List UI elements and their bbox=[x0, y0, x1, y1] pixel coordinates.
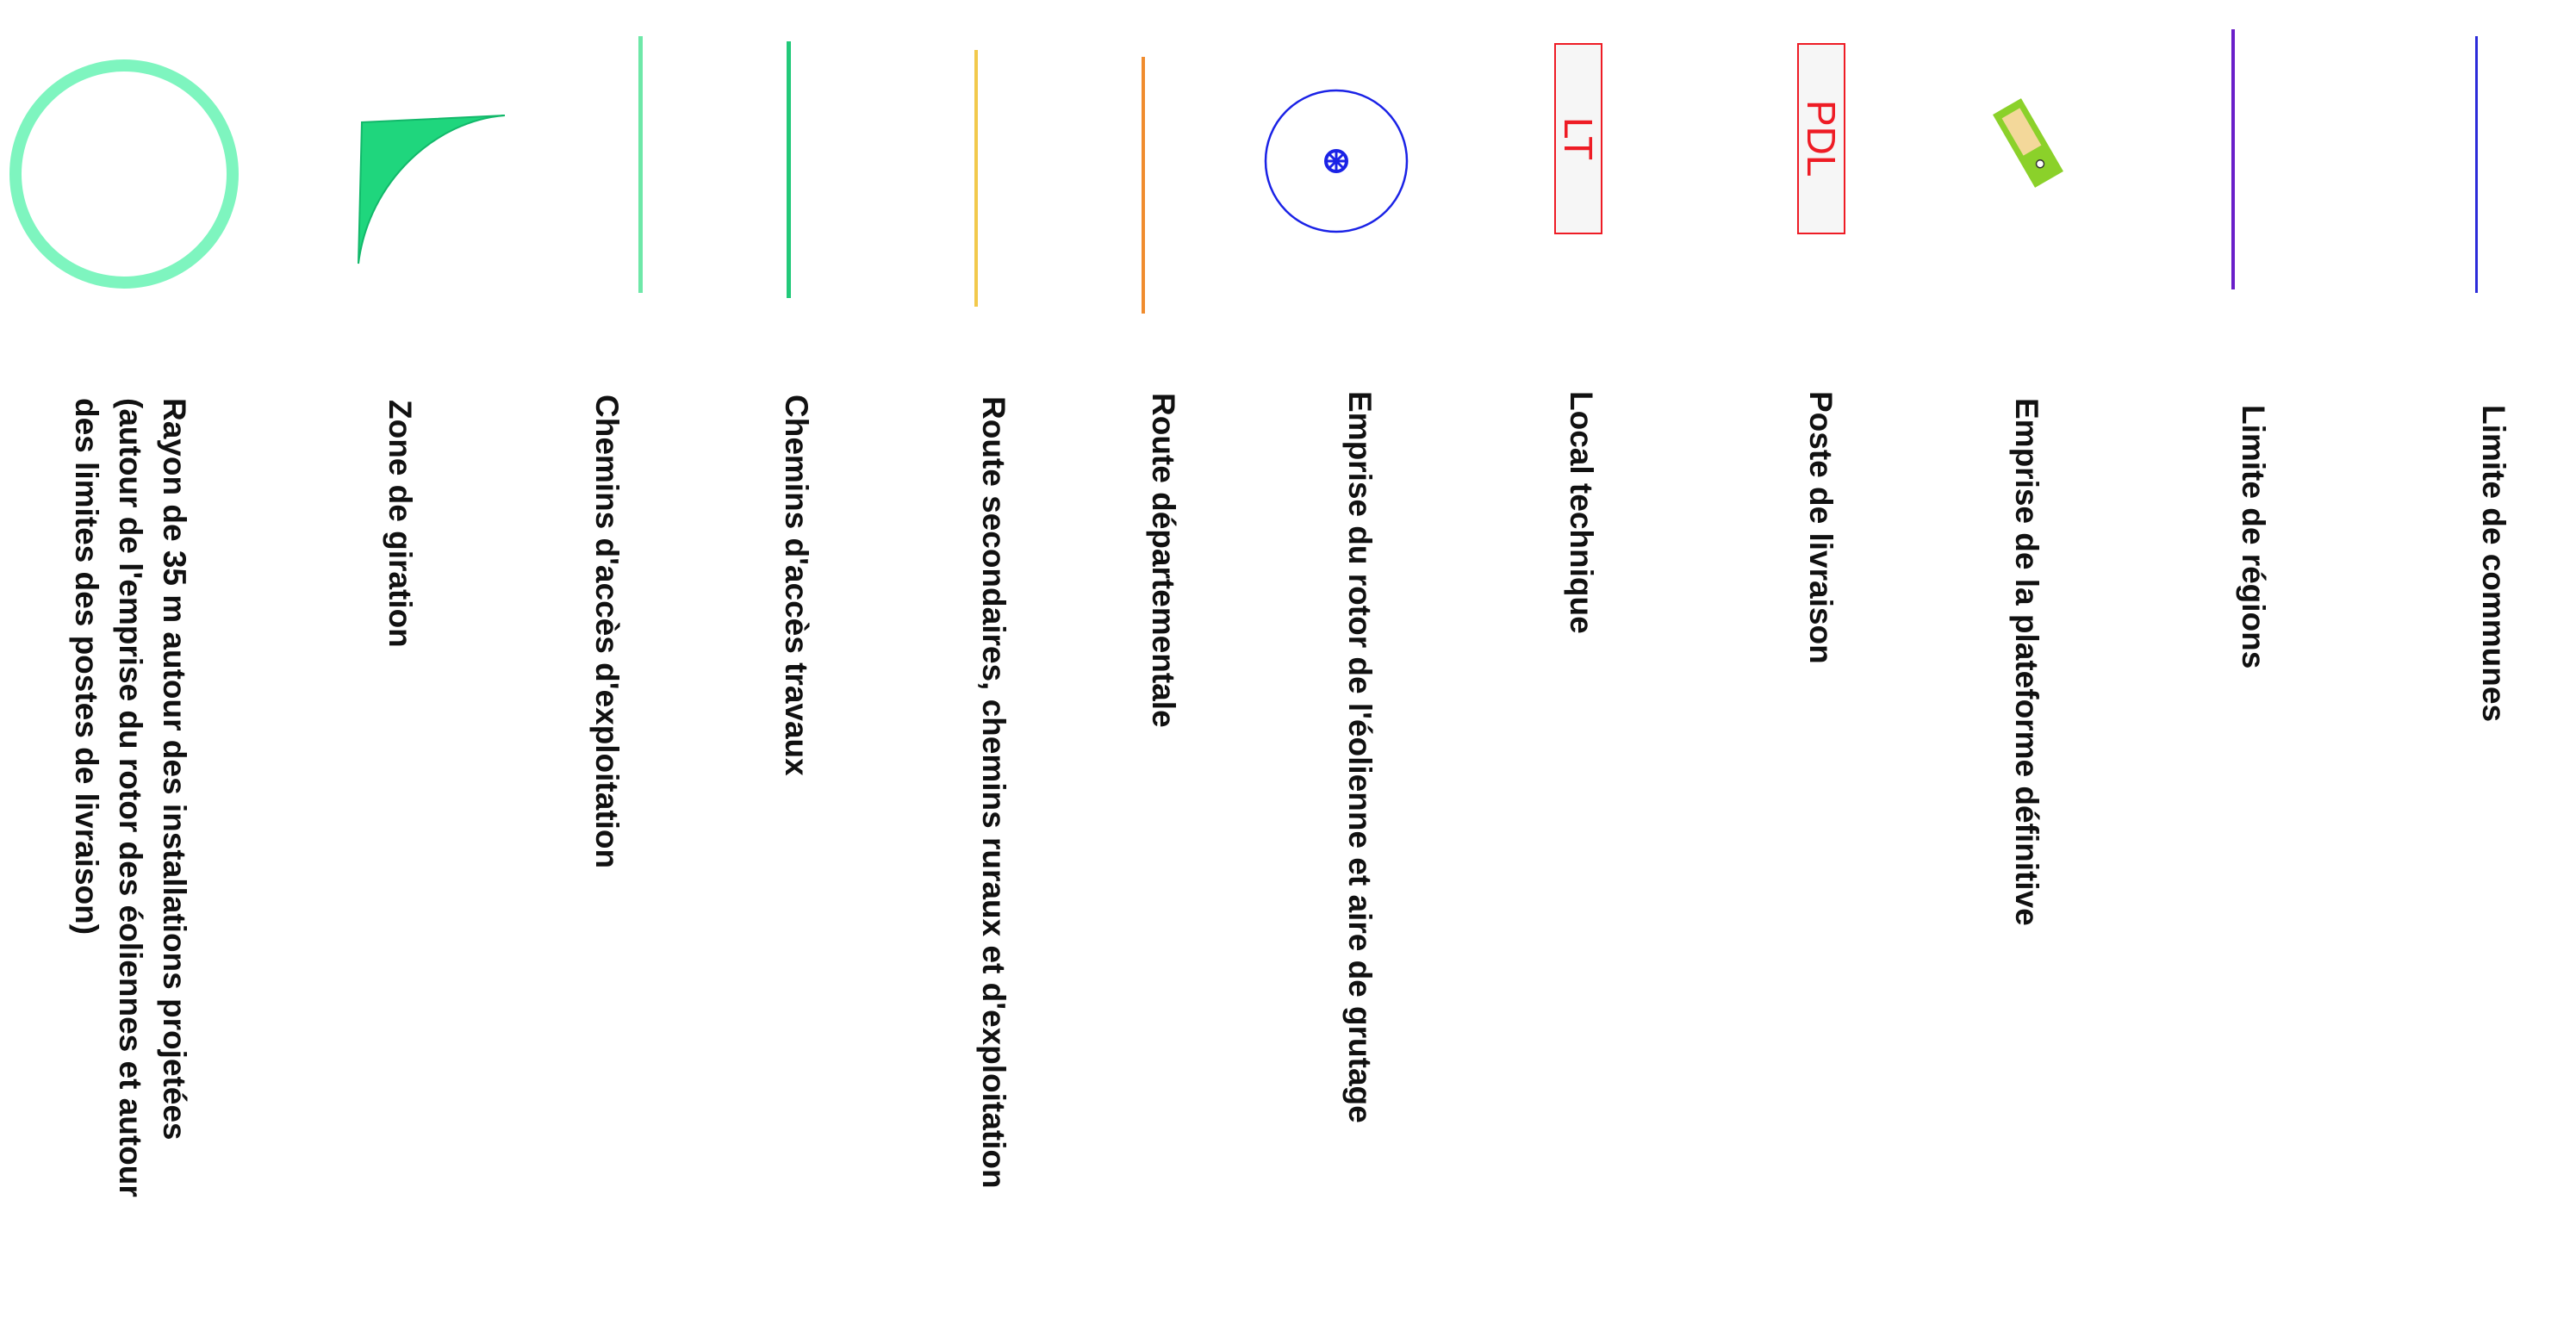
secondary-road-line-icon bbox=[974, 50, 978, 307]
legend-label-limite-communes: Limite de communes bbox=[2476, 405, 2511, 723]
legend-label-rayon-line-1: Rayon de 35 m autour des installations p… bbox=[157, 398, 192, 1141]
local-technique-box-icon: LT bbox=[1554, 43, 1602, 234]
local-technique-box-text: LT bbox=[1556, 116, 1601, 161]
rotor-footprint-icon bbox=[1264, 89, 1409, 233]
legend-label-rayon-line-3: des limites des postes de livraison) bbox=[69, 398, 104, 936]
buffer-ring-icon bbox=[9, 59, 239, 289]
access-road-exploitation-line-icon bbox=[638, 36, 643, 293]
legend-label-route-secondaire: Route secondaires, chemins ruraux et d'e… bbox=[976, 396, 1011, 1189]
legend-label-poste-livraison: Poste de livraison bbox=[1803, 391, 1839, 664]
commune-boundary-line-icon bbox=[2475, 36, 2478, 293]
poste-livraison-box-text: PDL bbox=[1799, 100, 1844, 177]
legend-label-rayon: Rayon de 35 m autour des installations p… bbox=[65, 398, 196, 1197]
access-road-travaux-line-icon bbox=[787, 41, 791, 298]
legend-label-chemins-exploitation: Chemins d'accès d'exploitation bbox=[589, 395, 625, 869]
legend-label-route-departementale: Route départementale bbox=[1146, 393, 1181, 728]
departmental-road-line-icon bbox=[1142, 57, 1145, 314]
giration-zone-icon bbox=[358, 115, 506, 264]
legend-label-chemins-travaux: Chemins d'accès travaux bbox=[779, 395, 814, 776]
legend-label-local-technique: Local technique bbox=[1564, 391, 1599, 634]
legend-label-rayon-line-2: (autour de l'emprise du rotor des éolien… bbox=[113, 398, 148, 1197]
poste-livraison-box-icon: PDL bbox=[1797, 43, 1845, 234]
region-boundary-line-icon bbox=[2231, 29, 2235, 289]
legend-label-plateforme: Emprise de la plateforme définitive bbox=[2009, 398, 2044, 926]
legend-label-limite-regions: Limite de régions bbox=[2236, 405, 2271, 669]
platform-footprint-icon bbox=[1993, 98, 2063, 188]
legend-label-giration: Zone de giration bbox=[383, 400, 418, 648]
map-legend: Rayon de 35 m autour des installations p… bbox=[0, 0, 2576, 1318]
legend-label-rotor: Emprise du rotor de l'éolienne et aire d… bbox=[1342, 391, 1378, 1123]
